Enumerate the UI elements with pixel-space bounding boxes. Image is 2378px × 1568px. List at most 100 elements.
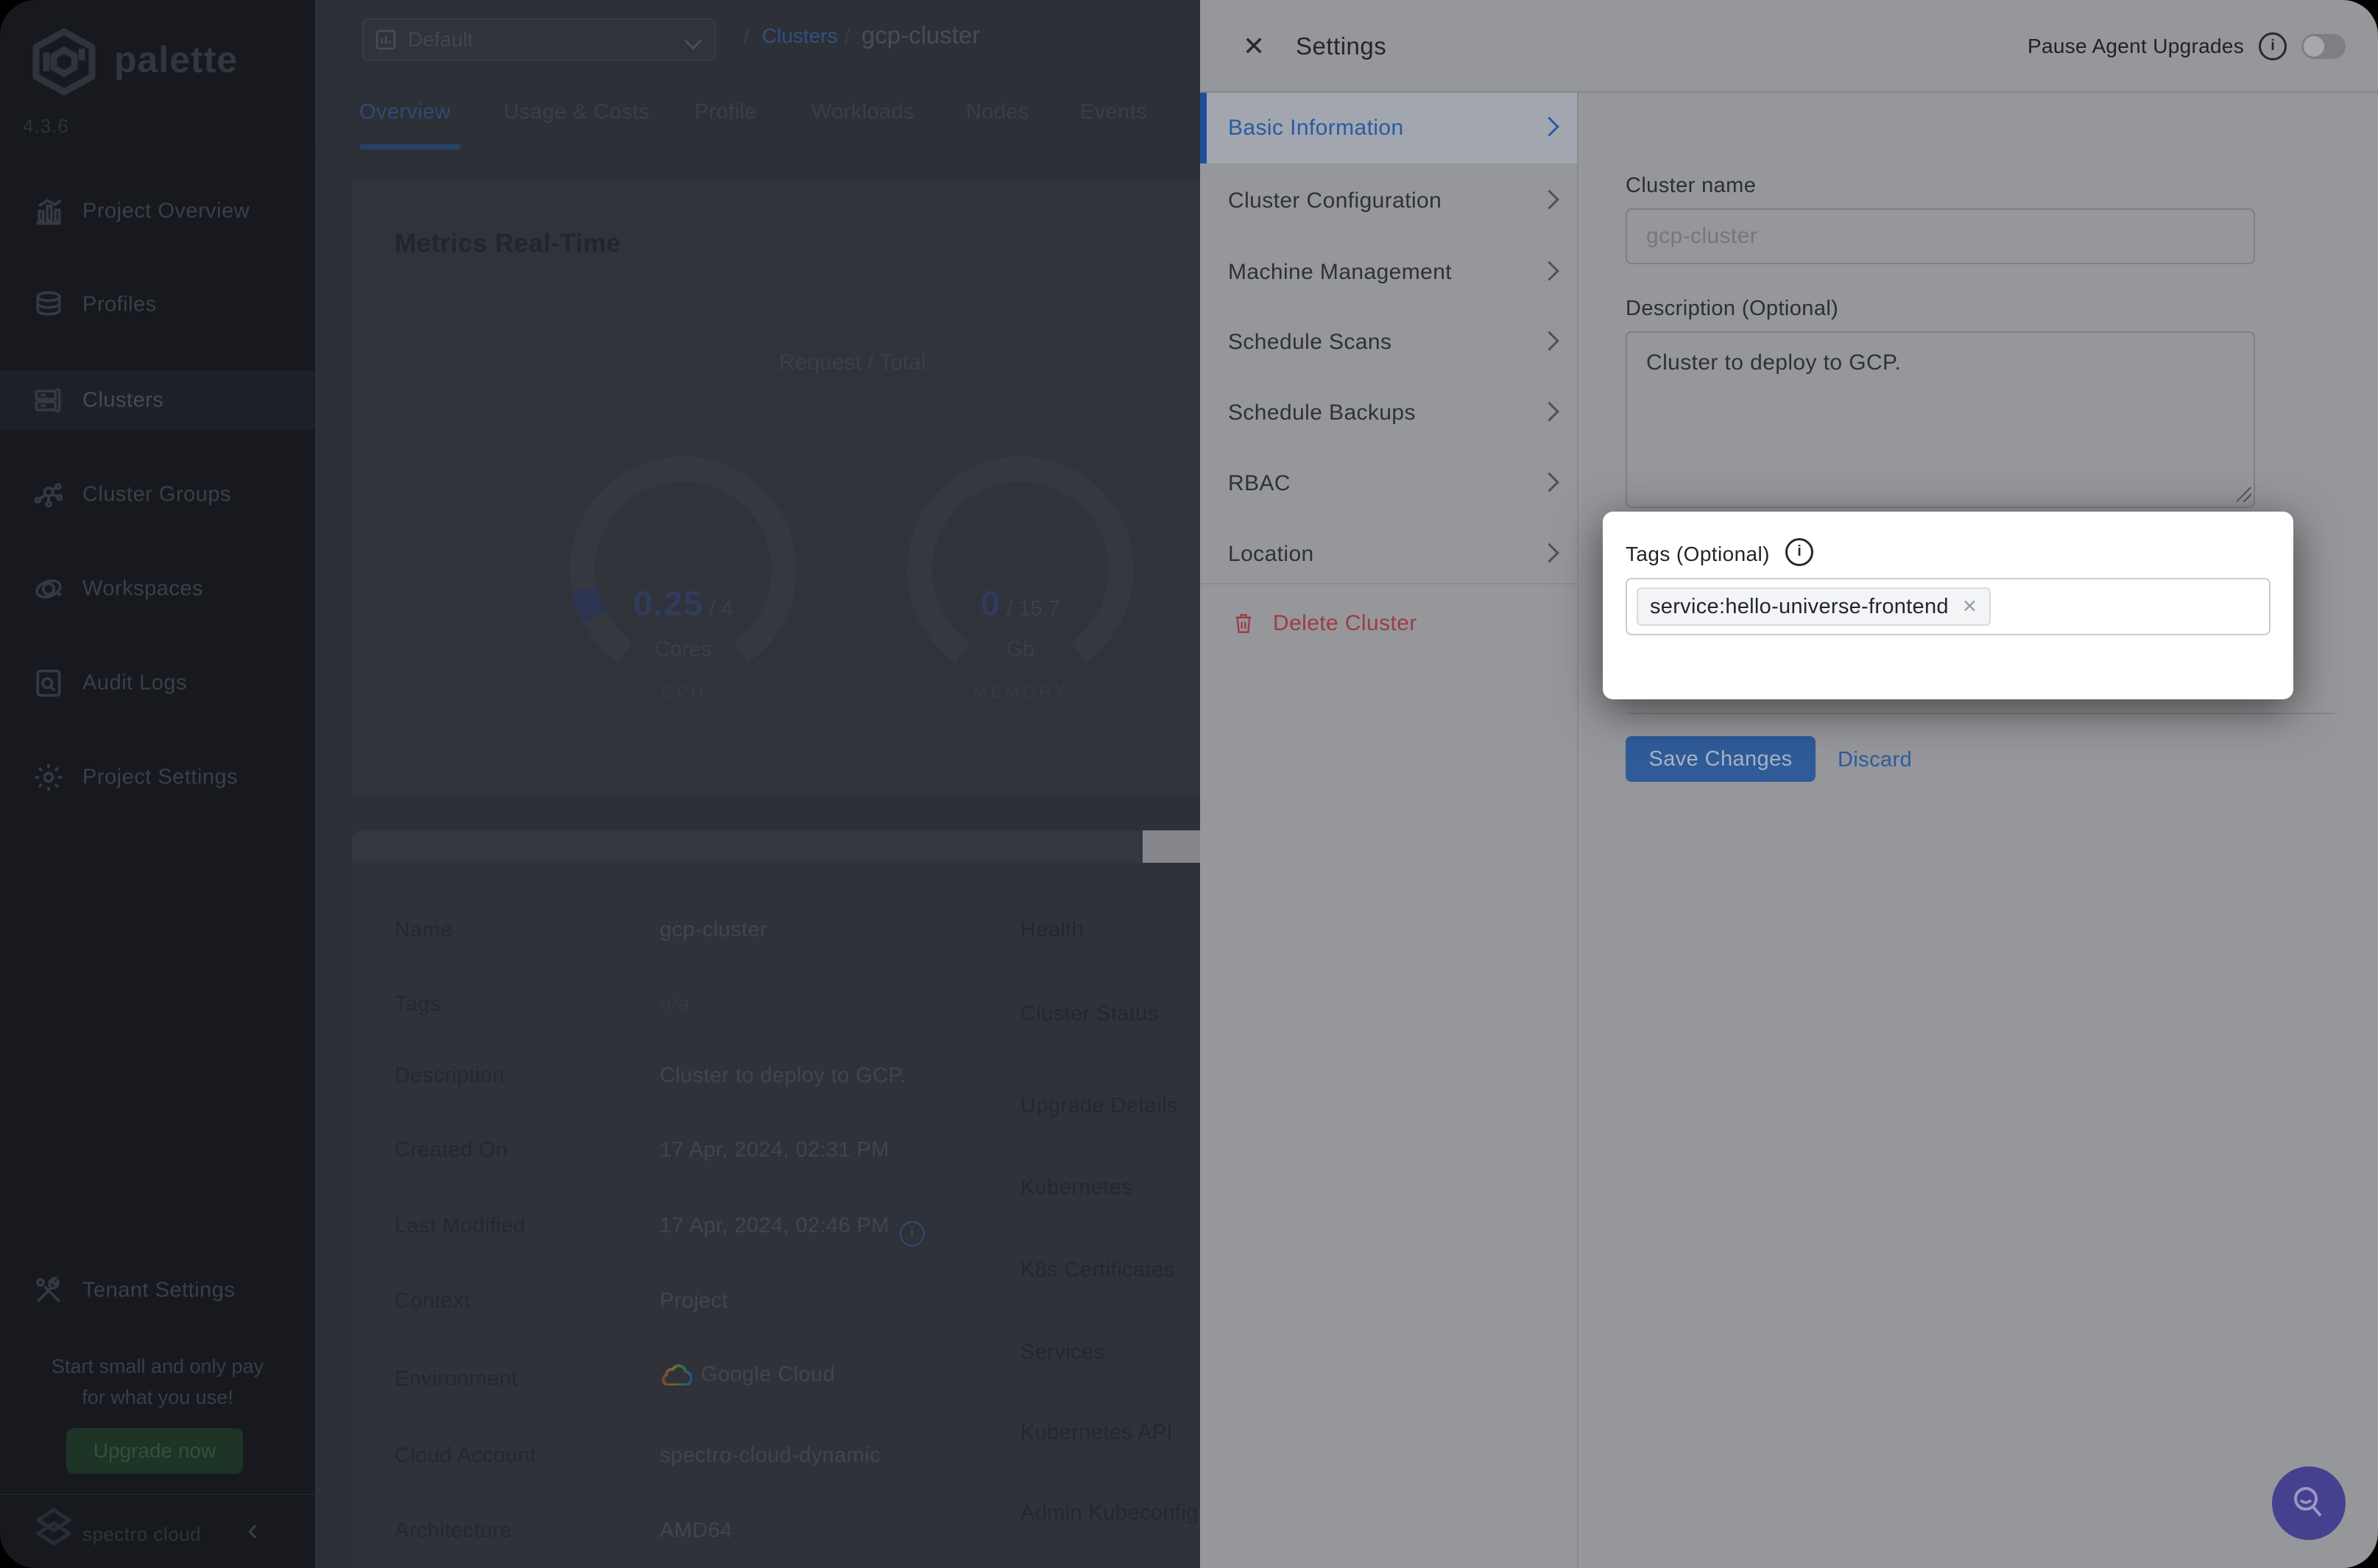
tab-overview[interactable]: Overview — [359, 100, 451, 124]
tab-workloads[interactable]: Workloads — [811, 100, 914, 124]
detail-value: Project — [660, 1289, 728, 1313]
detail-label: Environment — [395, 1367, 518, 1391]
sidebar-item-label: Workspaces — [82, 577, 203, 601]
chevron-right-icon — [1539, 543, 1559, 563]
settings-nav-label: Location — [1228, 542, 1314, 567]
settings-nav-schedule-backups[interactable]: Schedule Backups — [1200, 378, 1577, 448]
palette-logo-icon — [30, 28, 98, 96]
sidebar-item-label: Cluster Groups — [82, 483, 231, 507]
info-icon[interactable]: i — [2259, 32, 2287, 60]
pause-agent-upgrades-toggle[interactable] — [2301, 34, 2346, 59]
settings-nav-machine-management[interactable]: Machine Management — [1200, 237, 1577, 308]
form-footer-divider — [1626, 713, 2335, 714]
sidebar-item-label: Project Settings — [82, 766, 238, 790]
tab-profile[interactable]: Profile — [694, 100, 757, 124]
sidebar-item-profiles[interactable]: Profiles — [0, 275, 315, 334]
status-label: Admin Kubeconfig F — [1020, 1501, 1200, 1525]
tools-icon — [32, 1274, 65, 1307]
spectro-cloud-logo-icon — [35, 1507, 72, 1548]
memory-usage-value: 0 / 15.7 — [903, 583, 1138, 624]
tags-input[interactable]: service:hello-universe-frontend ✕ — [1626, 578, 2271, 635]
chevron-right-icon — [1539, 331, 1559, 351]
cluster-overview-page: Default / Clusters / gcp-cluster Overvie… — [315, 0, 1200, 1568]
settings-nav-label: Schedule Scans — [1228, 330, 1391, 355]
chevron-down-icon — [684, 32, 702, 49]
network-nodes-icon — [32, 478, 65, 511]
sidebar-item-label: Tenant Settings — [82, 1279, 235, 1303]
close-icon[interactable]: ✕ — [1243, 31, 1265, 62]
settings-nav-location[interactable]: Location — [1200, 519, 1577, 590]
settings-nav-label: Cluster Configuration — [1228, 188, 1442, 213]
orbit-icon — [32, 573, 65, 605]
sidebar-footer: spectro cloud ‹ — [0, 1494, 315, 1568]
sidebar-item-cluster-groups[interactable]: Cluster Groups — [0, 465, 315, 524]
sidebar-item-clusters[interactable]: Clusters — [0, 371, 315, 430]
save-changes-button[interactable]: Save Changes — [1626, 736, 1816, 782]
upgrade-now-button[interactable]: Upgrade now — [66, 1428, 243, 1474]
detail-label: Created On — [395, 1138, 508, 1162]
detail-value: 17 Apr, 2024, 02:31 PM — [660, 1138, 889, 1162]
detail-value: Cluster to deploy to GCP. — [660, 1064, 906, 1088]
chevron-right-icon — [1539, 190, 1559, 210]
document-search-icon — [32, 667, 65, 699]
settings-nav-label: RBAC — [1228, 471, 1291, 496]
settings-nav-label: Schedule Backups — [1228, 400, 1416, 425]
status-label: Cluster Status — [1020, 1002, 1159, 1026]
cpu-unit: Cores — [565, 638, 801, 662]
help-widget-button[interactable] — [2272, 1466, 2346, 1540]
breadcrumb-separator: / — [844, 24, 850, 48]
tab-nodes[interactable]: Nodes — [966, 100, 1029, 124]
sidebar-item-workspaces[interactable]: Workspaces — [0, 559, 315, 618]
breadcrumb-separator: / — [744, 24, 749, 48]
status-label: Kubernetes — [1020, 1176, 1132, 1200]
textarea-resize-handle[interactable] — [2237, 487, 2251, 502]
sidebar-item-project-settings[interactable]: Project Settings — [0, 748, 315, 807]
sidebar-item-project-overview[interactable]: Project Overview — [0, 182, 315, 241]
breadcrumb-clusters-link[interactable]: Clusters — [762, 24, 838, 48]
settings-nav-schedule-scans[interactable]: Schedule Scans — [1200, 307, 1577, 378]
project-selector[interactable]: Default — [362, 18, 716, 61]
upgrade-promo-text: Start small and only pay for what you us… — [0, 1351, 315, 1413]
description-textarea[interactable]: Cluster to deploy to GCP. — [1626, 331, 2255, 508]
cpu-usage-value: 0.25 / 4 — [565, 583, 801, 624]
settings-nav-cluster-configuration[interactable]: Cluster Configuration — [1200, 166, 1577, 236]
cpu-gauge: 0.25 / 4 Cores CPU — [565, 452, 801, 761]
breadcrumb-cluster-name: gcp-cluster — [861, 21, 980, 49]
cluster-settings-button[interactable] — [1143, 830, 1200, 863]
drawer-nav-divider — [1577, 93, 1578, 1568]
tab-usage-costs[interactable]: Usage & Costs — [504, 100, 650, 124]
layers-icon — [32, 289, 65, 321]
google-cloud-icon — [660, 1362, 692, 1385]
detail-label: Name — [395, 918, 453, 942]
drawer-title: Settings — [1296, 32, 1386, 60]
sidebar-item-label: Clusters — [82, 389, 163, 413]
status-label: Services — [1020, 1341, 1104, 1365]
trash-icon — [1233, 612, 1254, 635]
info-icon[interactable]: i — [1785, 538, 1813, 566]
detail-label: Tags — [395, 992, 441, 1017]
remove-tag-icon[interactable]: ✕ — [1962, 596, 1977, 618]
delete-cluster-label: Delete Cluster — [1273, 611, 1417, 636]
cluster-details-card: Name gcp-cluster Tags n/a Description Cl… — [352, 830, 1200, 1568]
sidebar-item-audit-logs[interactable]: Audit Logs — [0, 654, 315, 713]
settings-nav-label: Basic Information — [1228, 116, 1404, 141]
delete-cluster-button[interactable]: Delete Cluster — [1233, 611, 1417, 636]
memory-label: MEMORY — [903, 682, 1138, 703]
tags-highlight-card: Tags (Optional) i service:hello-universe… — [1603, 512, 2293, 699]
discard-button[interactable]: Discard — [1838, 748, 1912, 772]
chevron-right-icon — [1539, 473, 1559, 492]
tab-events[interactable]: Events — [1080, 100, 1147, 124]
cluster-name-input[interactable] — [1626, 208, 2255, 264]
metrics-realtime-card: Metrics Real-Time Request / Total 0.25 /… — [352, 180, 1200, 798]
chevron-right-icon — [1539, 402, 1559, 422]
detail-label: Cloud Account — [395, 1444, 536, 1468]
info-icon[interactable]: i — [900, 1221, 925, 1246]
settings-nav-rbac[interactable]: RBAC — [1200, 448, 1577, 519]
collapse-sidebar-icon[interactable]: ‹ — [247, 1511, 258, 1548]
settings-nav-basic-information[interactable]: Basic Information — [1200, 93, 1577, 163]
spectro-cloud-label: spectro cloud — [82, 1523, 201, 1546]
sidebar-item-tenant-settings[interactable]: Tenant Settings — [0, 1261, 315, 1320]
settings-nav-label: Machine Management — [1228, 260, 1452, 285]
bar-chart-icon — [32, 195, 65, 227]
project-icon — [374, 28, 398, 52]
